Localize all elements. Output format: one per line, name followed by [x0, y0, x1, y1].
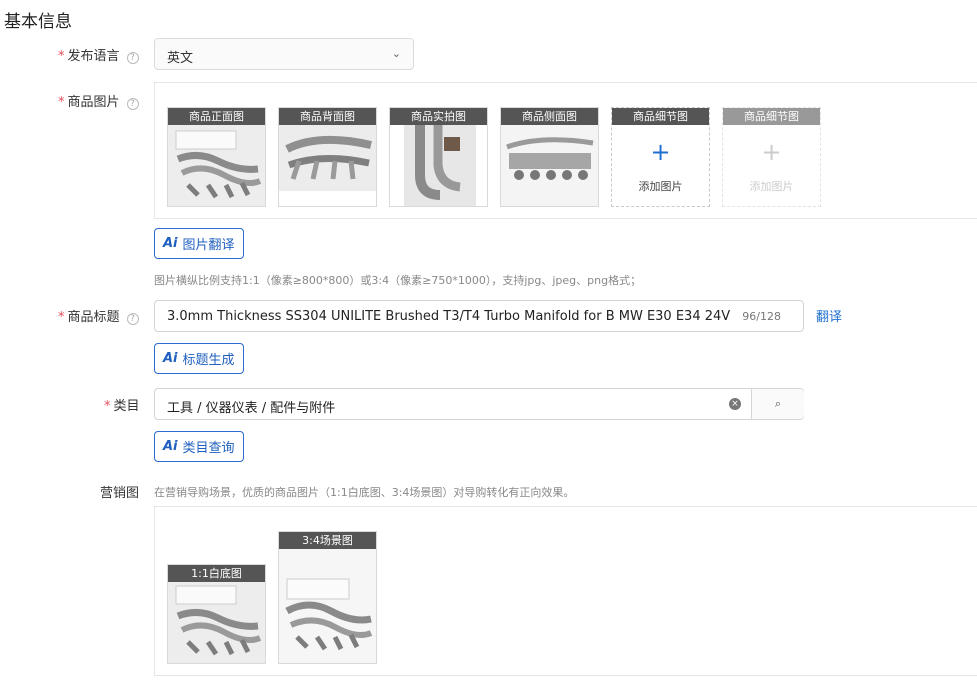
category-label-text: 类目: [113, 399, 140, 414]
image-slot-back[interactable]: 商品背面图: [278, 107, 377, 207]
image-slot-caption: 商品背面图: [279, 108, 376, 125]
help-icon[interactable]: ?: [126, 313, 139, 325]
marketing-hint: 在营销导购场景，优质的商品图片（1:1白底图、3:4场景图）对导购转化有正向效果…: [154, 486, 575, 499]
required-mark: *: [58, 310, 65, 325]
product-photo: [501, 125, 598, 206]
image-slot-real[interactable]: 商品实拍图: [389, 107, 488, 207]
category-input[interactable]: 工具 / 仪器仪表 / 配件与附件 × ⌕: [154, 388, 804, 420]
product-photo: [390, 125, 487, 206]
language-select[interactable]: 英文 ⌄: [154, 38, 414, 70]
plus-icon: +: [650, 138, 671, 166]
title-label: * 商品标题?: [58, 306, 139, 325]
ai-icon: Ai: [163, 439, 178, 454]
image-slot-caption: 商品细节图: [723, 108, 820, 125]
image-slot-side[interactable]: 商品侧面图: [500, 107, 599, 207]
translate-link[interactable]: 翻译: [816, 306, 842, 325]
language-value: 英文: [167, 51, 194, 66]
title-generate-button[interactable]: Ai 标题生成: [154, 343, 244, 374]
title-label-text: 商品标题: [67, 310, 120, 325]
plus-icon: +: [761, 138, 782, 166]
image-slot-detail-add-disabled: 商品细节图 + 添加图片: [722, 107, 821, 207]
image-translate-button[interactable]: Ai 图片翻译: [154, 228, 244, 259]
category-label: * 类目: [104, 395, 140, 414]
images-label: * 商品图片?: [58, 91, 139, 110]
image-translate-label: 图片翻译: [182, 238, 235, 253]
ai-icon: Ai: [163, 236, 178, 251]
image-slot-caption: 商品细节图: [612, 108, 709, 125]
product-title-input[interactable]: 3.0mm Thickness SS304 UNILITE Brushed T3…: [154, 300, 804, 332]
ai-icon: Ai: [163, 351, 178, 366]
section-title: 基本信息: [4, 12, 72, 32]
product-title-value: 3.0mm Thickness SS304 UNILITE Brushed T3…: [167, 309, 732, 324]
marketing-label: 营销图: [100, 486, 140, 501]
clear-icon[interactable]: ×: [729, 398, 741, 410]
help-icon[interactable]: ?: [126, 98, 139, 110]
char-count: 96/128: [742, 310, 781, 323]
product-images-panel: 商品正面图 商品背面图 商品实拍图 商品侧面图 商品细节图 + 添加图片 商品细…: [154, 82, 977, 219]
image-format-hint: 图片横纵比例支持1:1（像素≥800*800）或3:4（像素≥750*1000）…: [154, 274, 642, 287]
required-mark: *: [58, 95, 65, 110]
image-slot-detail-add[interactable]: 商品细节图 + 添加图片: [611, 107, 710, 207]
marketing-slot-caption: 3:4场景图: [279, 532, 376, 549]
marketing-images-panel: 1:1白底图 3:4场景图: [154, 506, 977, 676]
add-image-text: 添加图片: [638, 180, 683, 193]
required-mark: *: [104, 399, 111, 414]
marketing-slot-caption: 1:1白底图: [168, 565, 265, 582]
product-photo: [279, 125, 376, 206]
required-mark: *: [58, 49, 65, 64]
add-image-text: 添加图片: [749, 180, 794, 193]
image-slot-caption: 商品侧面图: [501, 108, 598, 125]
images-label-text: 商品图片: [67, 95, 120, 110]
product-photo: [168, 582, 265, 663]
product-photo: [279, 549, 376, 663]
help-icon[interactable]: ?: [126, 52, 139, 64]
search-icon[interactable]: ⌕: [751, 389, 804, 419]
chevron-down-icon: ⌄: [391, 47, 401, 60]
marketing-slot-scene[interactable]: 3:4场景图: [278, 531, 377, 664]
image-slot-caption: 商品正面图: [168, 108, 265, 125]
category-value: 工具 / 仪器仪表 / 配件与附件: [167, 401, 336, 416]
product-photo: [168, 125, 265, 206]
title-generate-label: 标题生成: [182, 353, 235, 368]
image-slot-front[interactable]: 商品正面图: [167, 107, 266, 207]
language-label-text: 发布语言: [67, 49, 120, 64]
category-query-button[interactable]: Ai 类目查询: [154, 431, 244, 462]
marketing-slot-white[interactable]: 1:1白底图: [167, 564, 266, 664]
image-slot-caption: 商品实拍图: [390, 108, 487, 125]
category-query-label: 类目查询: [182, 441, 235, 456]
language-label: * 发布语言?: [58, 45, 139, 64]
